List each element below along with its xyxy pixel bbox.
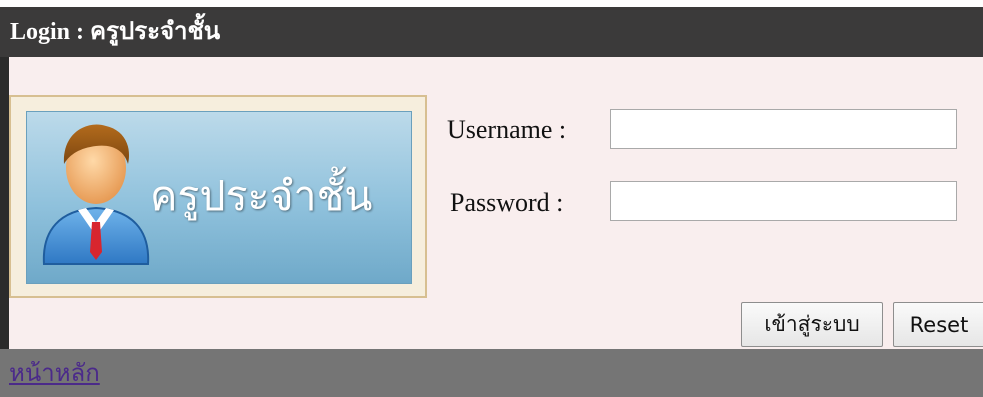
password-input[interactable] bbox=[610, 181, 957, 221]
left-border bbox=[0, 57, 9, 349]
username-input[interactable] bbox=[610, 109, 957, 149]
home-link[interactable]: หน้าหลัก bbox=[9, 358, 100, 388]
page-title: Login : ครูประจำชั้น bbox=[10, 19, 221, 45]
panel-header: Login : ครูประจำชั้น bbox=[0, 7, 983, 57]
clipped-text-fragment: ั bbox=[906, 0, 930, 6]
footer-bar bbox=[0, 349, 983, 397]
banner-label: ครูประจำชั้น bbox=[150, 172, 373, 220]
login-button[interactable]: เข้าสู่ระบบ bbox=[741, 302, 883, 347]
password-label: Password : bbox=[450, 188, 564, 217]
teacher-avatar-icon bbox=[42, 124, 150, 265]
top-strip bbox=[0, 0, 983, 7]
reset-button[interactable]: Reset bbox=[893, 302, 983, 347]
username-label: Username : bbox=[447, 115, 567, 144]
